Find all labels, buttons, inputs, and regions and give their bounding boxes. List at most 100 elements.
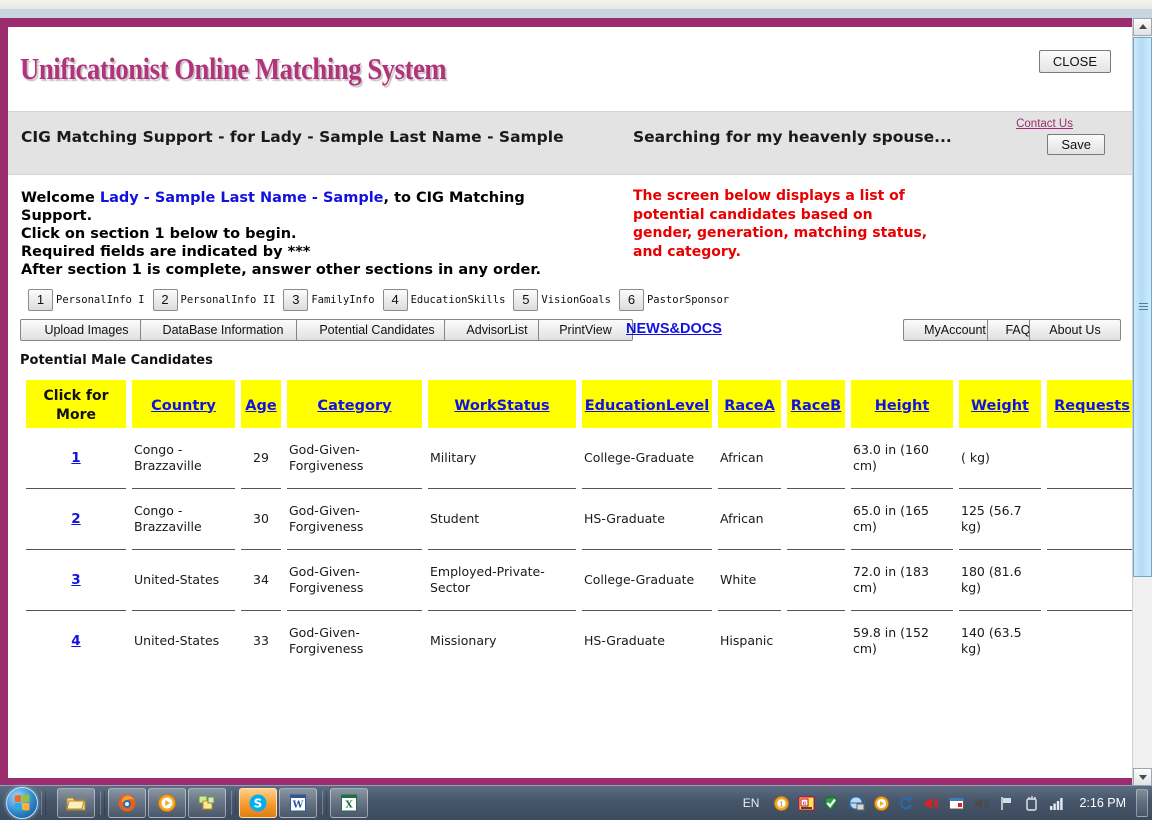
language-indicator[interactable]: EN (743, 796, 760, 810)
media-player-tray-icon[interactable] (873, 795, 890, 812)
column-header-label: Age (245, 397, 277, 414)
section-number-button[interactable]: 2 (152, 289, 178, 311)
contact-us-link[interactable]: Contact Us (1016, 118, 1073, 130)
column-header-category[interactable]: Category (287, 380, 422, 428)
section-item-1[interactable]: 1 PersonalInfo I (28, 289, 149, 311)
taskbar-button-media-player[interactable] (148, 788, 186, 818)
column-header-label: Requests (1054, 397, 1130, 414)
column-header-workstatus[interactable]: WorkStatus (428, 380, 576, 428)
cell-race-b (787, 489, 845, 550)
nav-button-about-us[interactable]: About Us (1029, 319, 1121, 341)
section-item-6[interactable]: 6 PastorSponsor (618, 289, 733, 311)
cell-race-b (787, 611, 845, 671)
row-detail-link[interactable]: 1 (71, 450, 80, 466)
page-title: CIG Matching Support - for Lady - Sample… (21, 128, 564, 146)
section-label: PersonalInfo II (180, 294, 276, 306)
column-header-weight[interactable]: Weight (959, 380, 1041, 428)
nav-button-printview[interactable]: PrintView (538, 319, 633, 341)
start-orb-icon[interactable] (6, 787, 38, 819)
antivirus-shield-icon[interactable] (823, 795, 840, 812)
bluetooth-hand-icon[interactable] (1023, 795, 1040, 812)
scrollbar-thumb[interactable] (1133, 37, 1152, 577)
column-header-educationlevel[interactable]: EducationLevel (582, 380, 712, 428)
cell-age: 29 (241, 428, 281, 489)
volume-icon[interactable] (973, 795, 990, 812)
scroll-down-arrow-icon[interactable] (1133, 768, 1152, 786)
cell-country: Congo - Brazzaville (132, 489, 235, 550)
cell-country: United-States (132, 550, 235, 611)
network-globe-icon[interactable] (846, 795, 866, 812)
notification-badge-icon[interactable]: 1 (773, 795, 790, 812)
cell-height: 72.0 in (183 cm) (851, 550, 953, 611)
section-item-4[interactable]: 4 EducationSkills (382, 289, 510, 311)
column-header-country[interactable]: Country (132, 380, 235, 428)
windows-flag-icon (14, 794, 30, 811)
signal-strength-icon[interactable] (1048, 795, 1065, 812)
news-and-docs-link[interactable]: NEWS&DOCS (626, 321, 722, 337)
section-number-button[interactable]: 6 (618, 289, 644, 311)
cell-category: God-Given-Forgiveness (287, 428, 422, 489)
taskbar-button-windows-gadget[interactable] (188, 788, 226, 818)
taskbar-button-firefox[interactable] (108, 788, 146, 818)
cell-education-level: College-Graduate (582, 550, 712, 611)
column-header-label: Height (874, 397, 930, 414)
dictionary-icon[interactable]: e (798, 795, 815, 812)
sync-refresh-icon[interactable] (898, 795, 915, 812)
row-detail-link[interactable]: 4 (71, 633, 80, 649)
taskbar-button-skype[interactable]: S (239, 788, 277, 818)
section-item-3[interactable]: 3 FamilyInfo (283, 289, 378, 311)
slogan-text: Searching for my heavenly spouse... (633, 128, 952, 146)
cell-age: 30 (241, 489, 281, 550)
cell-index[interactable]: 4 (26, 611, 126, 671)
section-number-button[interactable]: 1 (28, 289, 53, 311)
row-detail-link[interactable]: 3 (71, 572, 80, 588)
cell-work-status: Employed-Private-Sector (428, 550, 576, 611)
cell-category: God-Given-Forgiveness (289, 625, 364, 656)
taskbar-buttons: SWX (57, 788, 370, 818)
column-header-height[interactable]: Height (851, 380, 953, 428)
taskbar-button-excel[interactable]: X (330, 788, 368, 818)
column-header-label: EducationLevel (584, 397, 710, 414)
row-detail-link[interactable]: 2 (71, 511, 80, 527)
section-item-2[interactable]: 2 PersonalInfo II (152, 289, 280, 311)
column-header-racea[interactable]: RaceA (718, 380, 781, 428)
section-number-button[interactable]: 3 (283, 289, 309, 311)
section-item-5[interactable]: 5 VisionGoals (513, 289, 615, 311)
save-button[interactable]: Save (1047, 134, 1105, 155)
section-label: FamilyInfo (311, 294, 375, 306)
flag-action-center-icon[interactable] (998, 795, 1015, 812)
nav-button-advisorlist[interactable]: AdvisorList (444, 319, 550, 341)
page-body: Unificationist Online Matching System CL… (8, 27, 1133, 778)
column-header-requests[interactable]: Requests (1047, 380, 1133, 428)
nav-button-potential-candidates[interactable]: Potential Candidates (296, 319, 458, 341)
volume-muted-icon[interactable] (923, 795, 940, 812)
cell-index[interactable]: 2 (26, 489, 126, 550)
cell-height: 65.0 in (165 cm) (851, 489, 953, 550)
taskbar-button-windows-explorer[interactable] (57, 788, 95, 818)
cell-height: 59.8 in (152 cm) (853, 625, 929, 656)
column-header-raceb[interactable]: RaceB (787, 380, 845, 428)
firefox-icon (117, 793, 137, 813)
taskbar-clock[interactable]: 2:16 PM (1079, 796, 1126, 810)
candidates-table: Click for More Country Age Category WorkStat… (20, 380, 1133, 671)
nav-button-database-information[interactable]: DataBase Information (140, 319, 306, 341)
close-button[interactable]: CLOSE (1038, 50, 1111, 73)
section-number-button[interactable]: 4 (382, 289, 408, 311)
vertical-scrollbar[interactable] (1132, 18, 1152, 786)
section-number-button[interactable]: 5 (513, 289, 539, 311)
cell-index[interactable]: 1 (26, 428, 126, 489)
nav-button-upload-images[interactable]: Upload Images (20, 319, 153, 341)
welcome-line-2: Click on section 1 below to begin. (21, 226, 297, 242)
cell-weight: ( kg) (959, 428, 1041, 489)
show-desktop-button[interactable] (1136, 789, 1148, 817)
app-logo: Unificationist Online Matching System (20, 51, 447, 86)
welcome-username: Lady - Sample Last Name - Sample (99, 190, 384, 206)
calendar-icon[interactable] (948, 795, 965, 812)
cell-requests (1047, 489, 1133, 550)
column-header-age[interactable]: Age (241, 380, 281, 428)
cell-index[interactable]: 3 (26, 550, 126, 611)
taskbar-button-word[interactable]: W (279, 788, 317, 818)
welcome-line-4: After section 1 is complete, answer othe… (21, 262, 541, 278)
scroll-up-arrow-icon[interactable] (1133, 18, 1152, 36)
candidates-notice: The screen below displays a list of pote… (633, 188, 928, 260)
